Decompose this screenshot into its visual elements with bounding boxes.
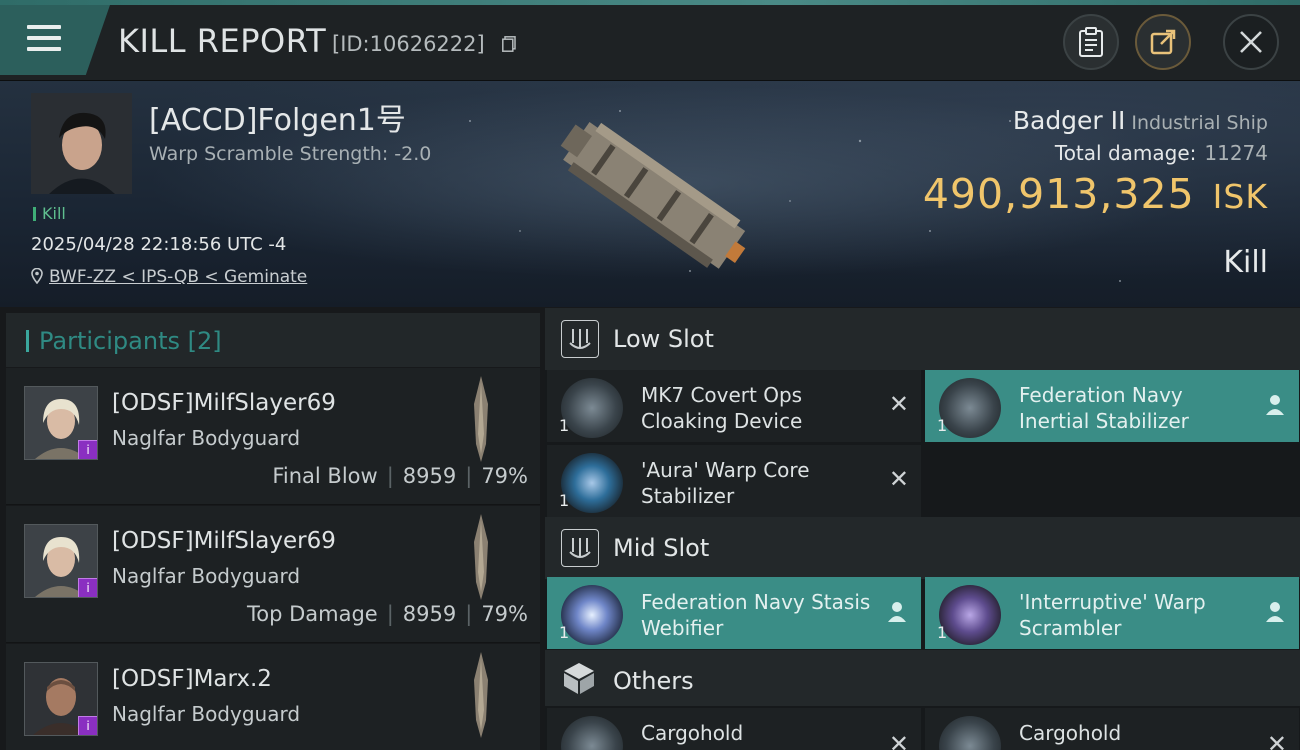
mid-slot-icon — [561, 529, 599, 567]
participant-avatar[interactable]: i — [24, 662, 98, 736]
ship-image — [560, 122, 746, 269]
participant-label: Final Blow — [272, 464, 378, 488]
victim-name[interactable]: [ACCD]Folgen1号 — [149, 95, 406, 139]
participant-ship-image — [474, 652, 488, 738]
participant-ship: Naglfar Bodyguard — [112, 564, 301, 588]
module-qty: 1 — [559, 416, 570, 435]
others-header: Others — [545, 650, 1300, 706]
ship-class: Industrial Ship — [1131, 112, 1268, 134]
location: BWF-ZZ < IPS-QB < Geminate — [31, 267, 307, 287]
participant-name[interactable]: [ODSF]Marx.2 — [112, 666, 272, 692]
person-icon — [888, 602, 906, 622]
module-item[interactable]: Cargohold ✕ — [925, 708, 1299, 750]
corp-badge-icon: i — [78, 440, 97, 459]
ship-info: Badger II Industrial Ship — [1013, 106, 1268, 135]
mid-slot-header: Mid Slot — [545, 517, 1300, 579]
kill-result: Kill — [1223, 245, 1268, 280]
module-name: Cargohold — [641, 721, 744, 745]
module-item[interactable]: 1 'Aura' Warp Core Stabilizer ✕ — [547, 445, 921, 517]
ship-name[interactable]: Badger II — [1013, 106, 1126, 135]
module-item[interactable]: 1 Federation Navy Inertial Stabilizer — [925, 370, 1299, 442]
header-accent-line — [0, 0, 1300, 5]
low-slot-header: Low Slot — [545, 308, 1300, 370]
isk-value-block: 490,913,325 ISK — [923, 170, 1268, 218]
cargohold-icon — [561, 716, 623, 750]
share-icon — [1150, 29, 1176, 55]
copy-icon[interactable] — [502, 36, 516, 52]
participants-title: Participants [2] — [26, 327, 222, 355]
clipboard-button[interactable] — [1063, 14, 1119, 70]
warp-scramble-strength: Warp Scramble Strength: -2.0 — [149, 143, 432, 165]
corp-badge-icon: i — [78, 716, 97, 735]
warp-scrambler-icon — [939, 585, 1001, 645]
participant-avatar[interactable]: i — [24, 524, 98, 598]
participant-ship: Naglfar Bodyguard — [112, 426, 301, 450]
module-item[interactable]: 1 Federation Navy Stasis Webifier — [547, 577, 921, 649]
low-slot-icon — [561, 320, 599, 358]
module-qty: 1 — [937, 623, 948, 642]
inertial-stabilizer-icon — [939, 378, 1001, 438]
page-title: KILL REPORT — [118, 22, 327, 60]
module-name: 'Aura' Warp Core Stabilizer — [641, 458, 810, 508]
participant-ship: Naglfar Bodyguard — [112, 702, 301, 726]
participant-name[interactable]: [ODSF]MilfSlayer69 — [112, 390, 336, 416]
others-label: Others — [613, 667, 694, 695]
total-damage-value: 11274 — [1204, 141, 1268, 165]
share-button[interactable] — [1135, 14, 1191, 70]
participant-avatar[interactable]: i — [24, 386, 98, 460]
module-name: 'Interruptive' Warp Scrambler — [1019, 590, 1206, 640]
close-button[interactable] — [1223, 14, 1279, 70]
clipboard-icon — [1079, 27, 1103, 57]
stasis-webifier-icon — [561, 585, 623, 645]
x-mark-icon: ✕ — [888, 730, 909, 750]
participant-row[interactable]: i [ODSF]MilfSlayer69 Naglfar Bodyguard T… — [6, 506, 540, 643]
low-slot-label: Low Slot — [613, 325, 714, 353]
warp-core-stabilizer-icon — [561, 453, 623, 513]
module-qty: 1 — [559, 623, 570, 642]
total-damage-label: Total damage: — [1054, 141, 1197, 165]
module-name: Federation Navy Inertial Stabilizer — [1019, 383, 1189, 433]
hamburger-icon[interactable] — [27, 25, 61, 58]
kill-tag: Kill — [33, 204, 66, 223]
isk-unit: ISK — [1212, 177, 1268, 216]
module-item[interactable]: Cargohold ✕ — [547, 708, 921, 750]
victim-portrait[interactable] — [31, 93, 132, 194]
kill-id: [ID:10626222] — [332, 32, 485, 56]
participant-row[interactable]: i [ODSF]MilfSlayer69 Naglfar Bodyguard F… — [6, 368, 540, 505]
module-item[interactable]: 1 'Interruptive' Warp Scrambler — [925, 577, 1299, 649]
close-icon — [1240, 31, 1262, 53]
participant-row[interactable]: i [ODSF]Marx.2 Naglfar Bodyguard — [6, 644, 540, 750]
participant-percent: 79% — [481, 464, 528, 488]
participant-label: Top Damage — [246, 602, 378, 626]
cube-icon — [561, 660, 597, 696]
participant-stats: Final Blow | 8959 | 79% — [272, 464, 528, 488]
module-name: Cargohold — [1019, 721, 1122, 745]
person-icon — [1266, 395, 1284, 415]
participant-name[interactable]: [ODSF]MilfSlayer69 — [112, 528, 336, 554]
module-item[interactable]: 1 MK7 Covert Ops Cloaking Device ✕ — [547, 370, 921, 442]
participant-stats: Top Damage | 8959 | 79% — [246, 602, 528, 626]
participant-damage: 8959 — [402, 464, 457, 488]
mid-slot-label: Mid Slot — [613, 534, 710, 562]
module-name: MK7 Covert Ops Cloaking Device — [641, 383, 803, 433]
total-damage: Total damage: 11274 — [1055, 141, 1268, 165]
corp-badge-icon: i — [78, 578, 97, 597]
location-link[interactable]: BWF-ZZ < IPS-QB < Geminate — [49, 267, 307, 287]
module-qty: 1 — [559, 491, 570, 510]
cargohold-icon — [939, 716, 1001, 750]
module-name: Federation Navy Stasis Webifier — [641, 590, 871, 640]
x-mark-icon: ✕ — [1266, 730, 1287, 750]
location-pin-icon — [31, 267, 43, 285]
participant-ship-image — [474, 514, 488, 600]
x-mark-icon: ✕ — [888, 465, 909, 493]
module-qty: 1 — [937, 416, 948, 435]
kill-datetime: 2025/04/28 22:18:56 UTC -4 — [31, 234, 287, 255]
participant-percent: 79% — [481, 602, 528, 626]
person-icon — [1266, 602, 1284, 622]
participant-damage: 8959 — [402, 602, 457, 626]
participant-ship-image — [474, 376, 488, 462]
x-mark-icon: ✕ — [888, 390, 909, 418]
isk-value: 490,913,325 — [922, 170, 1195, 218]
cloaking-device-icon — [561, 378, 623, 438]
